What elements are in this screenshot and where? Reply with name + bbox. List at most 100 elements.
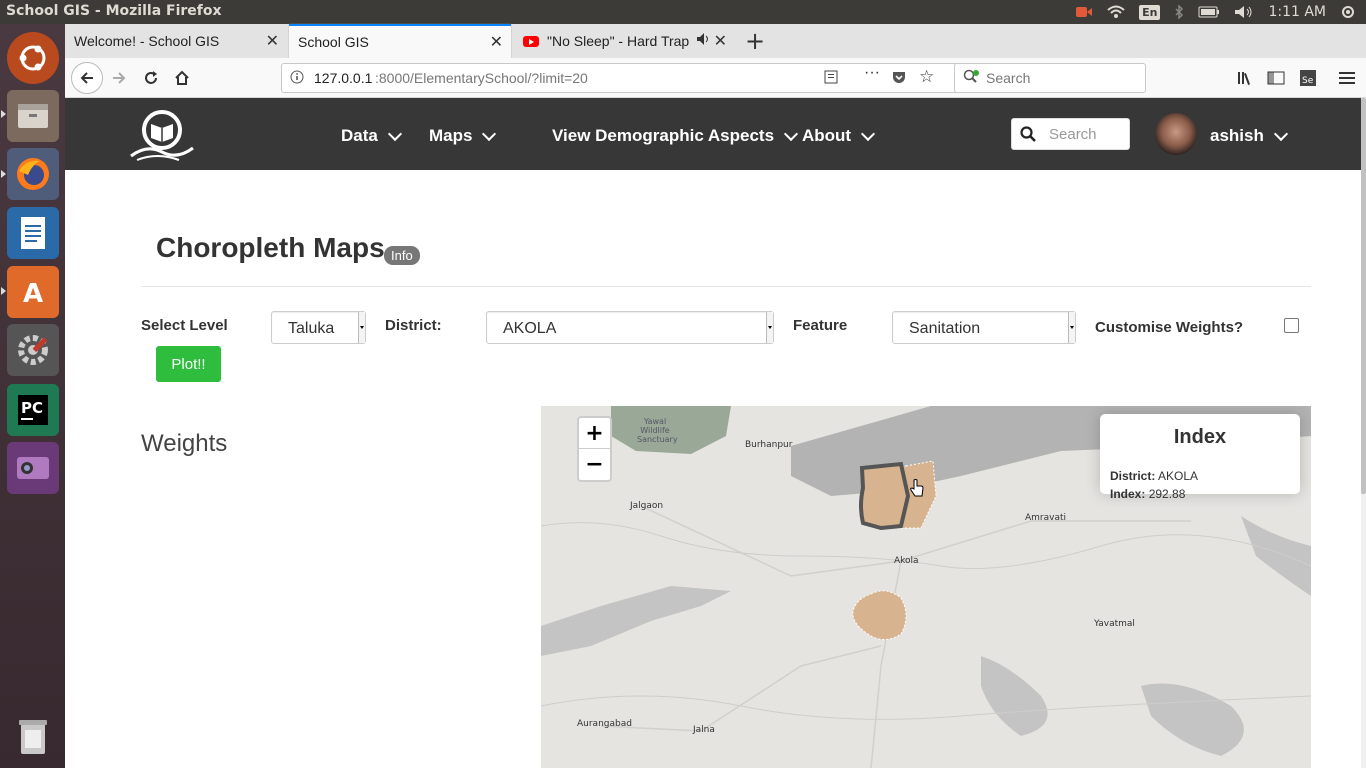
tab-school-gis[interactable]: School GIS ✕ xyxy=(289,24,511,58)
close-tab-icon[interactable]: ✕ xyxy=(714,31,727,51)
window-title: School GIS - Mozilla Firefox xyxy=(6,3,222,19)
tab-welcome[interactable]: Welcome! - School GIS ✕ xyxy=(65,24,287,58)
plot-button[interactable]: Plot!! xyxy=(156,346,221,382)
files-icon[interactable] xyxy=(7,90,59,142)
map-label: Amravati xyxy=(1025,513,1067,523)
sidebar-icon[interactable] xyxy=(1262,64,1290,92)
weights-heading: Weights xyxy=(141,430,228,457)
tab-audio-icon[interactable] xyxy=(696,32,712,49)
zoom-in-button[interactable]: + xyxy=(579,418,610,449)
bookmark-star-icon[interactable]: ☆ xyxy=(919,67,934,87)
nav-demographic-label: View Demographic Aspects xyxy=(552,126,775,145)
running-indicator xyxy=(1,110,6,118)
tab-youtube[interactable]: "No Sleep" - Hard Trap ✕ xyxy=(513,24,735,58)
search-placeholder: Search xyxy=(986,70,1031,86)
trash-icon[interactable] xyxy=(7,710,59,762)
web-page: Data Maps View Demographic Aspects About… xyxy=(65,98,1361,768)
page-title: Choropleth Maps xyxy=(156,232,385,263)
firefox-icon[interactable] xyxy=(7,148,59,200)
user-avatar[interactable] xyxy=(1155,113,1197,155)
pocket-icon[interactable] xyxy=(891,69,907,88)
site-logo[interactable] xyxy=(127,106,197,169)
chevron-down-icon xyxy=(387,126,402,142)
close-tab-icon[interactable]: ✕ xyxy=(490,32,503,52)
svg-text:Se: Se xyxy=(1302,76,1314,86)
map-label: Jalna xyxy=(693,725,715,735)
map-label: Yawal Wildlife Sanctuary xyxy=(637,417,678,444)
bluetooth-icon[interactable] xyxy=(1174,5,1184,19)
info-badge[interactable]: Info xyxy=(384,246,420,265)
software-center-icon[interactable]: A xyxy=(7,266,59,318)
scrollbar-thumb[interactable] xyxy=(1361,98,1366,494)
feature-select[interactable]: Sanitation xyxy=(892,311,1076,344)
running-indicator xyxy=(1,170,6,178)
feature-select-value: Sanitation xyxy=(909,320,981,337)
info-index-key: Index: xyxy=(1110,487,1146,501)
level-select-value: Taluka xyxy=(288,320,335,337)
back-button[interactable] xyxy=(71,62,103,94)
search-icon xyxy=(1020,126,1036,147)
selenium-ide-icon[interactable]: Se xyxy=(1294,64,1322,92)
writer-icon[interactable] xyxy=(7,207,59,259)
site-search-input[interactable]: Search xyxy=(1011,118,1130,150)
map-label: Burhanpur xyxy=(745,440,793,450)
nav-maps[interactable]: Maps xyxy=(429,126,497,146)
hamburger-menu-icon[interactable] xyxy=(1333,64,1361,92)
home-button[interactable] xyxy=(168,64,196,92)
customise-weights-label: Customise Weights? xyxy=(1095,319,1244,336)
reload-button[interactable] xyxy=(137,64,165,92)
map-info-panel: Index District: AKOLA Index: 292.88 xyxy=(1100,414,1300,501)
map-label: Akola xyxy=(894,556,919,566)
divider xyxy=(141,286,1311,287)
page-actions-icon[interactable]: ··· xyxy=(864,64,880,82)
nav-data[interactable]: Data xyxy=(341,126,402,146)
info-district-key: District: xyxy=(1110,469,1156,483)
info-title: Index xyxy=(1173,426,1227,448)
customise-weights-checkbox[interactable] xyxy=(1284,318,1299,333)
svg-text:PC: PC xyxy=(21,399,43,417)
info-index-value: 292.88 xyxy=(1148,487,1186,501)
nav-demographic-aspects[interactable]: View Demographic Aspects xyxy=(552,126,799,146)
taluka-polygon-highlighted[interactable] xyxy=(859,461,911,531)
system-settings-gear-icon[interactable] xyxy=(1340,4,1356,20)
pycharm-icon[interactable]: PC xyxy=(7,384,59,436)
site-info-icon[interactable] xyxy=(290,70,304,87)
info-district: District: AKOLA xyxy=(1110,469,1198,483)
dropdown-arrow-icon xyxy=(766,312,773,343)
page-scrollbar[interactable] xyxy=(1361,98,1366,768)
tab-label: School GIS xyxy=(298,34,369,50)
battery-icon[interactable] xyxy=(1198,6,1220,18)
dropdown-arrow-icon xyxy=(1068,312,1075,343)
volume-icon[interactable] xyxy=(1234,5,1254,19)
site-navbar: Data Maps View Demographic Aspects About… xyxy=(65,98,1361,170)
nav-about[interactable]: About xyxy=(802,126,876,146)
map-label: Jalgaon xyxy=(630,501,664,511)
keyboard-layout-indicator[interactable]: En xyxy=(1139,4,1161,20)
close-tab-icon[interactable]: ✕ xyxy=(266,31,279,51)
zoom-out-button[interactable]: − xyxy=(579,449,610,479)
screen-recorder-icon[interactable] xyxy=(7,442,59,494)
ubuntu-dash-icon[interactable] xyxy=(7,32,59,84)
dropdown-arrow-icon xyxy=(358,312,365,343)
system-tray: En 1:11 AM xyxy=(1075,0,1366,24)
new-tab-button[interactable]: + xyxy=(745,27,765,55)
district-select[interactable]: AKOLA xyxy=(486,311,774,344)
map-label: Aurangabad xyxy=(577,719,632,729)
nav-data-label: Data xyxy=(341,126,378,145)
clock[interactable]: 1:11 AM xyxy=(1268,4,1326,20)
library-icon[interactable] xyxy=(1231,64,1259,92)
choropleth-map[interactable]: Yawal Wildlife Sanctuary Burhanpur Jalga… xyxy=(541,406,1311,768)
browser-search-field[interactable]: Search xyxy=(954,63,1146,93)
url-bar[interactable]: 127.0.0.1 :8000/ElementarySchool/?limit=… xyxy=(281,63,1013,93)
level-select[interactable]: Taluka xyxy=(271,311,366,344)
forward-button[interactable] xyxy=(105,64,133,92)
svg-text:A: A xyxy=(23,279,43,309)
system-settings-icon[interactable] xyxy=(7,324,59,376)
camera-indicator-icon[interactable] xyxy=(1075,5,1093,19)
reader-view-icon[interactable] xyxy=(823,69,839,88)
wifi-icon[interactable] xyxy=(1107,5,1125,19)
user-menu[interactable]: ashish xyxy=(1210,126,1288,146)
district-select-value: AKOLA xyxy=(503,320,557,337)
browser-navigation-bar: 127.0.0.1 :8000/ElementarySchool/?limit=… xyxy=(65,58,1366,98)
select-level-label: Select Level xyxy=(141,317,228,334)
